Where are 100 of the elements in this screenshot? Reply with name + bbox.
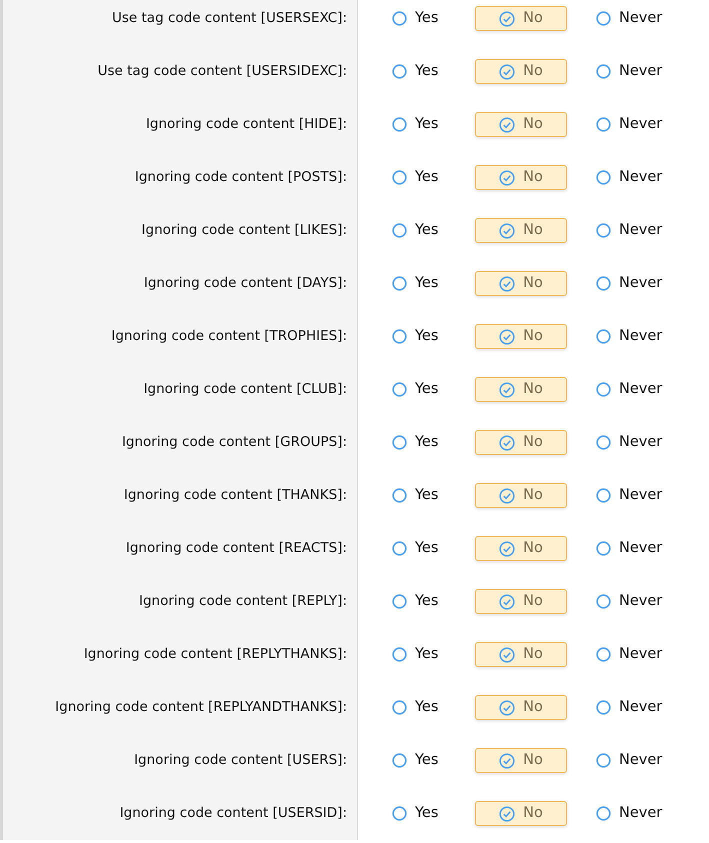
radio-icon [392, 435, 407, 450]
check-circle-icon [499, 488, 516, 504]
selected-option-button[interactable]: No [475, 377, 567, 402]
check-circle-icon [499, 594, 516, 610]
selected-option-button[interactable]: No [475, 59, 567, 84]
radio-option[interactable]: Yes [391, 589, 475, 614]
selected-option-button[interactable]: No [475, 112, 567, 137]
radio-icon [392, 647, 407, 662]
radio-option[interactable]: Yes [391, 483, 475, 508]
selected-option-button[interactable]: No [475, 748, 567, 773]
selected-option-button[interactable]: No [475, 218, 567, 243]
selected-option-button[interactable]: No [475, 695, 567, 720]
radio-icon [392, 11, 407, 26]
selected-option-button[interactable]: No [475, 536, 567, 561]
radio-icon [392, 117, 407, 132]
radio-option[interactable]: Yes [391, 112, 475, 137]
radio-option[interactable]: Yes [391, 218, 475, 243]
radio-icon [392, 329, 407, 344]
check-circle-icon [499, 806, 516, 822]
selected-option-button[interactable]: No [475, 165, 567, 190]
radio-icon [392, 541, 407, 556]
option-label: Ignoring code content [THANKS]: [124, 486, 347, 506]
radio-icon [392, 700, 407, 715]
radio-option[interactable]: Yes [391, 801, 475, 826]
selected-option-button[interactable]: No [475, 483, 567, 508]
selected-option-button[interactable]: No [475, 6, 567, 31]
radio-option[interactable]: Yes [391, 748, 475, 773]
check-circle-icon [499, 434, 516, 450]
radio-option[interactable]: Never [595, 6, 672, 31]
radio-icon [596, 64, 611, 79]
radio-option[interactable]: Yes [391, 642, 475, 667]
radio-option[interactable]: Yes [391, 695, 475, 720]
radio-icon [596, 329, 611, 344]
radio-icon [392, 594, 407, 609]
check-circle-icon [499, 222, 516, 238]
radio-option[interactable]: Yes [391, 165, 475, 190]
radio-option[interactable]: Yes [391, 271, 475, 296]
selected-option-button[interactable]: No [475, 642, 567, 667]
selected-option-button[interactable]: No [475, 430, 567, 455]
check-circle-icon [499, 646, 516, 662]
radio-icon [596, 700, 611, 715]
radio-option[interactable]: Never [595, 112, 672, 137]
radio-option[interactable]: Yes [391, 59, 475, 84]
radio-icon [392, 276, 407, 291]
radio-option[interactable]: Never [595, 483, 672, 508]
selected-option-button[interactable]: No [475, 271, 567, 296]
radio-icon [596, 11, 611, 26]
check-circle-icon [499, 170, 516, 186]
radio-icon [596, 541, 611, 556]
check-circle-icon [499, 64, 516, 80]
option-label: Ignoring code content [LIKES]: [142, 221, 347, 240]
radio-option[interactable]: Never [595, 748, 672, 773]
radio-icon [596, 488, 611, 503]
option-label: Ignoring code content [TROPHIES]: [111, 327, 347, 346]
option-label: Ignoring code content [POSTS]: [134, 168, 347, 188]
radio-option[interactable]: Never [595, 536, 672, 561]
radio-option[interactable]: Never [595, 271, 672, 296]
check-circle-icon [499, 116, 516, 132]
radio-icon [392, 806, 407, 821]
option-label: Use tag code content [USERSEXC]: [112, 9, 347, 28]
option-label: Ignoring code content [REPLY]: [138, 592, 347, 612]
radio-icon [392, 382, 407, 397]
radio-icon [392, 753, 407, 768]
selected-option-button[interactable]: No [475, 589, 567, 614]
radio-option[interactable]: Never [595, 218, 672, 243]
check-circle-icon [499, 700, 516, 716]
radio-icon [596, 806, 611, 821]
selected-option-button[interactable]: No [475, 324, 567, 349]
radio-option[interactable]: Yes [391, 536, 475, 561]
radio-option[interactable]: Never [595, 589, 672, 614]
radio-icon [392, 223, 407, 238]
option-label: Ignoring code content [CLUB]: [144, 380, 347, 400]
radio-option[interactable]: Never [595, 695, 672, 720]
radio-option[interactable]: Never [595, 165, 672, 190]
radio-icon [596, 117, 611, 132]
selected-option-button[interactable]: No [475, 801, 567, 826]
radio-icon [596, 753, 611, 768]
radio-icon [596, 647, 611, 662]
radio-option[interactable]: Never [595, 324, 672, 349]
radio-icon [392, 488, 407, 503]
radio-option[interactable]: Never [595, 642, 672, 667]
radio-icon [596, 435, 611, 450]
radio-icon [392, 64, 407, 79]
radio-option[interactable]: Never [595, 59, 672, 84]
radio-option[interactable]: Never [595, 430, 672, 455]
check-circle-icon [499, 328, 516, 344]
radio-option[interactable]: Never [595, 801, 672, 826]
option-label: Ignoring code content [HIDE]: [146, 115, 347, 134]
radio-icon [392, 170, 407, 185]
radio-icon [596, 276, 611, 291]
radio-option[interactable]: Yes [391, 430, 475, 455]
option-label: Ignoring code content [REPLYTHANKS]: [84, 645, 347, 664]
check-circle-icon [499, 540, 516, 556]
option-label: Ignoring code content [DAYS]: [144, 274, 347, 294]
check-circle-icon [499, 10, 516, 26]
radio-option[interactable]: Yes [391, 324, 475, 349]
radio-option[interactable]: Yes [391, 6, 475, 31]
radio-option[interactable]: Yes [391, 377, 475, 402]
radio-option[interactable]: Never [595, 377, 672, 402]
radio-icon [596, 594, 611, 609]
